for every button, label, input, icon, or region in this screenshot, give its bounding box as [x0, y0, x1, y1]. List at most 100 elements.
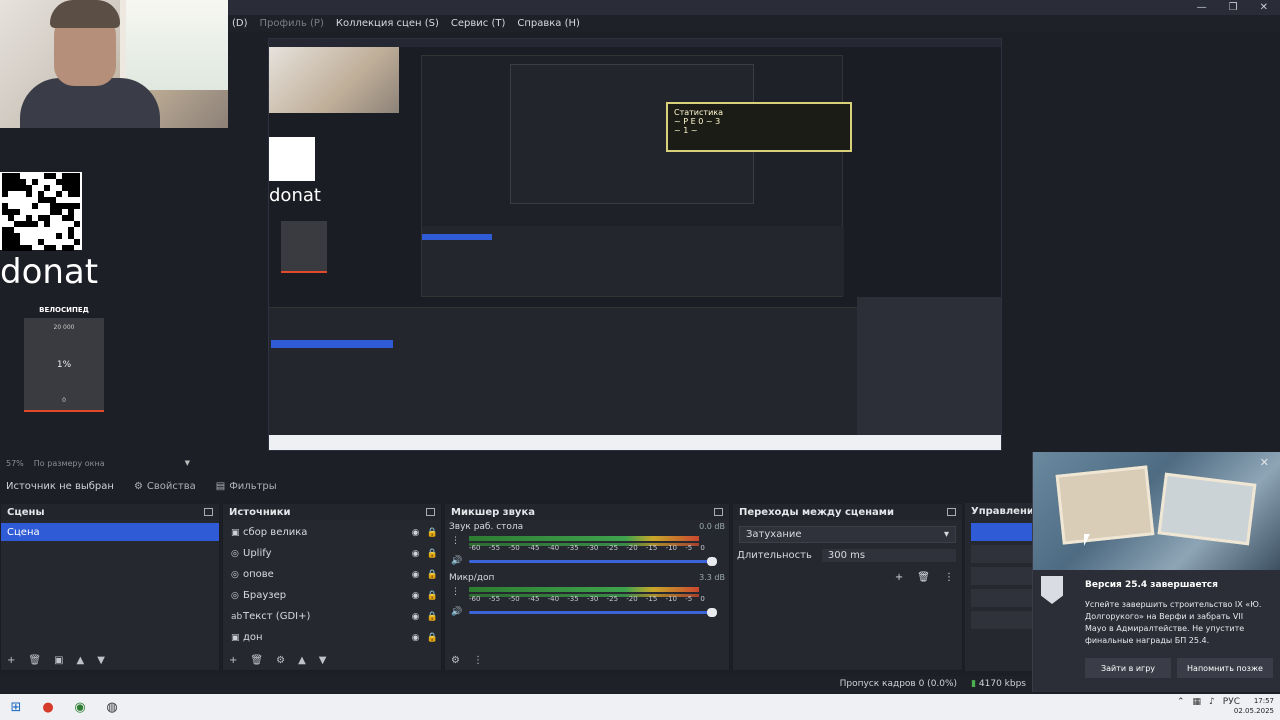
maximize-button[interactable]: ❐: [1229, 2, 1238, 13]
arrow-up-icon[interactable]: ▲: [77, 655, 85, 666]
lock-icon[interactable]: 🔒: [424, 549, 441, 559]
kebab-icon[interactable]: ⋮: [944, 572, 954, 583]
zoom-mode[interactable]: По размеру окна: [34, 459, 105, 468]
source-item[interactable]: ab Текст (GDI+) ◉ 🔒: [223, 606, 441, 627]
status-bar: Пропуск кадров 0 (0.0%) ▮ 4170 kbps: [0, 676, 1032, 692]
scale-tick: -10: [665, 544, 677, 552]
volume-slider[interactable]: [469, 608, 717, 617]
preview-qr-code: [269, 137, 315, 181]
lock-icon[interactable]: 🔒: [424, 528, 441, 538]
chevron-up-icon[interactable]: ⌃: [1177, 697, 1185, 707]
volume-slider-knob[interactable]: [707, 557, 717, 566]
source-item[interactable]: ◎ Браузер ◉ 🔒: [223, 585, 441, 606]
volume-slider[interactable]: [469, 557, 717, 566]
donat-label: donat: [0, 252, 99, 292]
windows-start-icon[interactable]: ⊞: [0, 694, 32, 720]
webcam-window-bg: [120, 0, 228, 90]
speaker-icon[interactable]: 🔊: [451, 607, 462, 617]
network-icon[interactable]: ▦: [1193, 697, 1202, 707]
close-icon[interactable]: ✕: [1260, 456, 1269, 469]
kebab-icon[interactable]: ⋮: [473, 655, 483, 666]
duration-input[interactable]: 300 ms: [821, 549, 956, 562]
image-icon: ▣: [231, 632, 240, 643]
start-streaming-button[interactable]: [971, 523, 1032, 541]
remind-later-button[interactable]: Напомнить позже: [1177, 658, 1273, 678]
gear-icon[interactable]: ⚙: [276, 655, 285, 666]
chrome-icon[interactable]: ◉: [64, 694, 96, 720]
bitrate-value: 4170 kbps: [978, 679, 1026, 689]
close-button[interactable]: ✕: [1260, 2, 1268, 13]
scale-tick: -20: [626, 544, 638, 552]
webcam-overlay: [0, 0, 228, 128]
gear-icon[interactable]: ⚙: [451, 655, 460, 666]
menu-item-profiles[interactable]: Профиль (P): [260, 18, 324, 29]
arrow-up-icon[interactable]: ▲: [298, 655, 306, 666]
add-icon[interactable]: +: [229, 655, 237, 666]
zoom-caret-icon[interactable]: ▼: [185, 459, 190, 467]
scale-tick: -25: [606, 595, 619, 603]
menu-item-service[interactable]: Сервис (T): [451, 18, 505, 29]
lock-icon[interactable]: 🔒: [424, 570, 441, 580]
source-name: опове: [243, 569, 274, 580]
app-icon[interactable]: ●: [32, 694, 64, 720]
eye-icon[interactable]: ◉: [407, 549, 424, 559]
scale-tick: -30: [586, 595, 599, 603]
preview-nested-capture: Статистика ~ P E 0 ~ 3 ~ 1 ~: [421, 55, 852, 297]
add-icon[interactable]: +: [895, 572, 903, 583]
undock-icon[interactable]: [204, 508, 213, 516]
sources-header: Источники: [223, 504, 441, 520]
preview-stats-line2: ~ 1 ~: [674, 126, 698, 135]
studio-mode-button[interactable]: [971, 589, 1032, 607]
eye-icon[interactable]: ◉: [407, 591, 424, 601]
arrow-down-icon[interactable]: ▼: [97, 655, 105, 666]
virtual-camera-button[interactable]: [971, 567, 1032, 585]
start-recording-button[interactable]: [971, 545, 1032, 563]
program-preview[interactable]: donat Статистика ~ P E 0 ~ 3 ~ 1 ~: [268, 38, 1002, 451]
channel-db: 0.0 dB: [699, 522, 725, 531]
minimize-button[interactable]: —: [1197, 2, 1207, 13]
kebab-icon[interactable]: ⋮: [451, 587, 460, 597]
play-button[interactable]: Зайти в игру: [1085, 658, 1171, 678]
source-item[interactable]: ◎ опове ◉ 🔒: [223, 564, 441, 585]
qr-module: [50, 245, 56, 251]
lock-icon[interactable]: 🔒: [424, 633, 441, 643]
window-controls: — ❐ ✕: [1197, 2, 1268, 13]
filters-button[interactable]: ▤ Фильтры: [216, 481, 277, 492]
preview-bike-card: [281, 221, 327, 273]
obs-icon[interactable]: ◍: [96, 694, 128, 720]
source-item[interactable]: ◎ Uplify ◉ 🔒: [223, 543, 441, 564]
eye-icon[interactable]: ◉: [407, 528, 424, 538]
source-item[interactable]: ▣ сбор велика ◉ 🔒: [223, 522, 441, 543]
eye-icon[interactable]: ◉: [407, 633, 424, 643]
scene-item[interactable]: Сцена: [1, 523, 219, 541]
menu-item-scene-collection[interactable]: Коллекция сцен (S): [336, 18, 439, 29]
lock-icon[interactable]: 🔒: [424, 612, 441, 622]
settings-button[interactable]: [971, 611, 1032, 629]
speaker-icon[interactable]: 🔊: [451, 556, 462, 566]
arrow-down-icon[interactable]: ▼: [319, 655, 327, 666]
trash-icon[interactable]: 🗑: [917, 572, 930, 583]
trash-icon[interactable]: 🗑: [28, 655, 41, 666]
source-name: сбор велика: [243, 527, 308, 538]
menu-item-d[interactable]: (D): [232, 18, 248, 29]
filter-icon[interactable]: ▣: [54, 655, 63, 666]
transitions-title: Переходы между сценами: [739, 506, 894, 518]
volume-slider-knob[interactable]: [707, 608, 717, 617]
lock-icon[interactable]: 🔒: [424, 591, 441, 601]
add-icon[interactable]: +: [7, 655, 15, 666]
clock[interactable]: 17:57 02.05.2025: [1234, 696, 1274, 716]
undock-icon[interactable]: [714, 508, 723, 516]
undock-icon[interactable]: [947, 508, 956, 516]
eye-icon[interactable]: ◉: [407, 612, 424, 622]
chevron-down-icon: ▾: [943, 529, 949, 540]
properties-button[interactable]: ⚙ Свойства: [134, 481, 196, 492]
zoom-percent: 57%: [6, 458, 24, 468]
transition-select[interactable]: Затухание ▾: [739, 526, 956, 543]
eye-icon[interactable]: ◉: [407, 570, 424, 580]
volume-icon[interactable]: ♪: [1209, 697, 1215, 707]
undock-icon[interactable]: [426, 508, 435, 516]
menu-item-help[interactable]: Справка (H): [517, 18, 580, 29]
source-item[interactable]: ▣ дон ◉ 🔒: [223, 627, 441, 648]
kebab-icon[interactable]: ⋮: [451, 536, 460, 546]
trash-icon[interactable]: 🗑: [250, 655, 263, 666]
